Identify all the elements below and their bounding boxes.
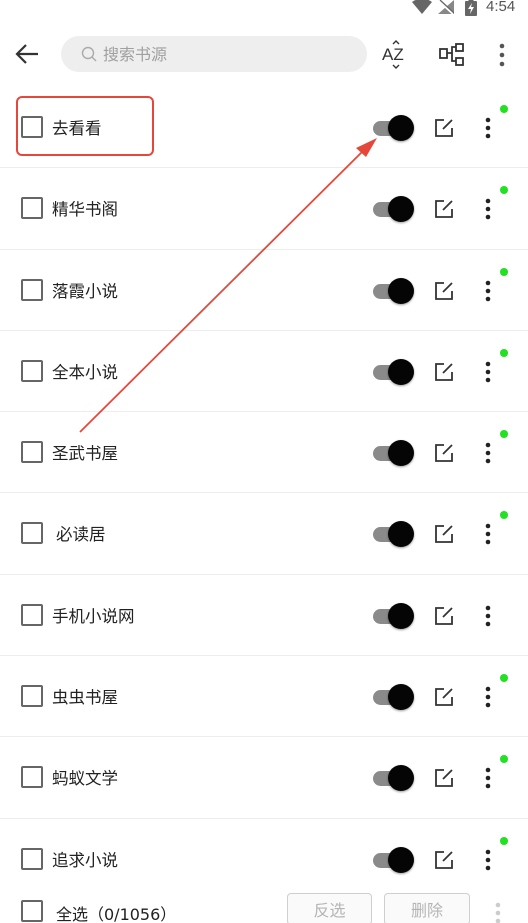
enable-switch[interactable]: [373, 440, 414, 467]
row-checkbox[interactable]: [21, 278, 43, 301]
enable-switch[interactable]: [373, 846, 414, 873]
status-bar: 4:54: [0, 0, 528, 16]
row-checkbox[interactable]: [21, 603, 43, 626]
source-name: 蚂蚁文学: [52, 769, 118, 789]
status-dot: [500, 267, 508, 276]
source-name: 追求小说: [52, 850, 118, 870]
select-all-checkbox[interactable]: [21, 900, 43, 922]
edit-icon[interactable]: [433, 361, 455, 383]
row-more-icon[interactable]: [482, 116, 494, 140]
sort-label: AZ: [382, 45, 404, 64]
annotation-highlight-box: [16, 96, 154, 156]
status-dot: [500, 755, 508, 764]
source-name: 精华书阁: [52, 200, 118, 220]
select-all-label[interactable]: 全选（0/1056）: [56, 901, 176, 923]
enable-switch[interactable]: [373, 196, 414, 223]
source-row[interactable]: 落霞小说: [0, 250, 528, 331]
more-vertical-icon[interactable]: [494, 42, 510, 68]
edit-icon[interactable]: [433, 686, 455, 708]
battery-charging-icon: [465, 0, 477, 16]
edit-icon[interactable]: [433, 442, 455, 464]
enable-switch[interactable]: [373, 115, 414, 141]
source-name: 手机小说网: [52, 606, 135, 626]
edit-icon[interactable]: [433, 523, 455, 545]
enable-switch[interactable]: [373, 602, 414, 629]
arrow-left-icon[interactable]: [12, 40, 42, 68]
enable-switch[interactable]: [373, 521, 414, 548]
source-name: 全本小说: [52, 362, 118, 382]
row-more-icon[interactable]: [482, 522, 494, 546]
row-checkbox[interactable]: [21, 197, 43, 220]
source-row[interactable]: 全本小说: [0, 331, 528, 413]
search-input[interactable]: [103, 36, 353, 72]
source-name: 圣武书屋: [52, 444, 118, 464]
source-row[interactable]: 手机小说网: [0, 575, 528, 657]
bottom-bar: 全选（0/1056） 反选 删除: [0, 893, 528, 923]
status-dot: [500, 430, 508, 439]
source-name: 落霞小说: [52, 281, 118, 301]
enable-switch[interactable]: [373, 277, 414, 304]
row-checkbox[interactable]: [21, 766, 43, 789]
enable-switch[interactable]: [373, 765, 414, 792]
source-list: 去看看 精华书阁 落霞小说 全本小说 圣武书屋 必读居 手机小说网 虫虫书屋 蚂…: [0, 87, 528, 900]
row-checkbox[interactable]: [21, 522, 43, 545]
search-box[interactable]: [61, 36, 367, 72]
edit-icon[interactable]: [433, 280, 455, 302]
status-dot: [500, 674, 508, 683]
no-signal-icon: [438, 0, 454, 14]
source-row[interactable]: 圣武书屋: [0, 412, 528, 494]
row-more-icon[interactable]: [482, 604, 494, 628]
enable-switch[interactable]: [373, 684, 414, 711]
status-dot: [500, 511, 508, 520]
edit-icon[interactable]: [433, 849, 455, 871]
source-row[interactable]: 追求小说: [0, 819, 528, 900]
status-dot: [500, 105, 508, 113]
edit-icon[interactable]: [433, 767, 455, 789]
row-checkbox[interactable]: [21, 685, 43, 708]
source-name: 必读居: [56, 525, 106, 545]
edit-icon[interactable]: [433, 198, 455, 220]
source-name: 虫虫书屋: [52, 688, 118, 708]
wifi-icon: [412, 0, 432, 14]
row-more-icon[interactable]: [482, 279, 494, 303]
row-checkbox[interactable]: [21, 359, 43, 382]
source-row[interactable]: 精华书阁: [0, 168, 528, 250]
delete-button[interactable]: 删除: [384, 893, 470, 923]
row-more-icon[interactable]: [482, 441, 494, 465]
edit-icon[interactable]: [433, 605, 455, 627]
invert-selection-button[interactable]: 反选: [287, 893, 372, 923]
status-time: 4:54: [486, 0, 516, 15]
row-more-icon[interactable]: [482, 766, 494, 790]
source-row[interactable]: 蚂蚁文学: [0, 737, 528, 819]
enable-switch[interactable]: [373, 358, 414, 385]
status-dot: [500, 348, 508, 357]
edit-icon[interactable]: [433, 117, 455, 139]
row-more-icon[interactable]: [482, 848, 494, 872]
row-checkbox[interactable]: [21, 847, 43, 870]
sort-az-icon[interactable]: AZ: [381, 40, 411, 70]
row-more-icon[interactable]: [482, 360, 494, 384]
status-dot: [500, 186, 508, 195]
row-checkbox[interactable]: [21, 441, 43, 464]
status-dot: [500, 836, 508, 845]
search-icon: [81, 46, 97, 62]
group-icon[interactable]: [438, 42, 466, 68]
source-row[interactable]: 必读居: [0, 493, 528, 575]
row-more-icon[interactable]: [482, 685, 494, 709]
toolbar: AZ: [0, 30, 528, 78]
source-row[interactable]: 虫虫书屋: [0, 656, 528, 738]
bottom-more-icon[interactable]: [492, 901, 504, 923]
row-more-icon[interactable]: [482, 197, 494, 221]
